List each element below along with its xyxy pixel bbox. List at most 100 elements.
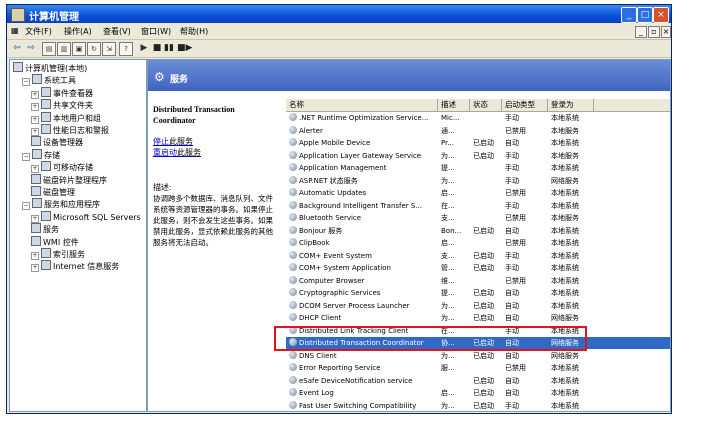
service-row[interactable]: Cryptographic Services 提... 已启动 自动 本地系统 [286,287,670,299]
service-row[interactable]: Automatic Updates 启... 已禁用 本地系统 [286,187,670,199]
pause-icon[interactable]: ▮▮ [163,42,175,54]
service-row[interactable]: eSafe DeviceNotification service 已启动 自动 本地系… [286,375,670,387]
close-button[interactable]: × [653,7,669,23]
service-row[interactable]: Alerter 通... 已禁用 本地服务 [286,125,670,137]
expand-icon[interactable]: + [31,115,39,124]
refresh-icon[interactable]: ↻ [87,42,101,56]
service-startup: 自动 [505,351,519,360]
service-startup: 手动 [505,251,519,260]
service-row[interactable]: COM+ System Application 管... 已启动 手动 本地系统 [286,262,670,274]
tree-node[interactable]: + 可移动存储 [31,161,93,174]
expand-icon[interactable]: + [31,214,39,223]
maximize-button[interactable]: □ [637,7,653,23]
service-row[interactable]: Bonjour 服务 Bon... 已启动 自动 本地系统 [286,225,670,237]
tree-node[interactable]: 计算机管理(本地) [13,62,87,73]
service-row[interactable]: Distributed Link Tracking Client 在... 手动 本地… [286,325,670,337]
title-bar[interactable]: 计算机管理 _ □ × [7,5,671,23]
forward-arrow-icon[interactable]: ⇨ [25,42,37,54]
mdi-minimize-button[interactable]: _ [635,26,647,38]
service-logon: 网络服务 [551,351,579,360]
tree-node[interactable]: WMI 控件 [31,235,79,247]
service-logon: 网络服务 [551,314,579,322]
service-status: 已启动 [473,151,494,160]
expand-icon[interactable]: + [31,165,39,174]
expand-icon[interactable]: + [31,264,39,273]
expand-icon[interactable]: + [31,90,39,99]
column-header-description[interactable]: 描述 [438,99,470,111]
service-row[interactable]: COM+ Event System 支... 已启动 手动 本地系统 [286,250,670,262]
tree-node[interactable]: + 索引服务 [31,248,85,260]
menu-window[interactable]: 窗口(W) [141,26,171,37]
service-row[interactable]: Distributed Transaction Coordinator 协... 已… [286,337,670,349]
export-icon[interactable]: ⇲ [102,42,116,56]
service-row[interactable]: DHCP Client 为... 已启动 自动 网络服务 [286,312,670,324]
tree-node[interactable]: 磁盘管理 [31,186,75,197]
minimize-button[interactable]: _ [621,7,637,23]
column-header-name[interactable]: 名称 [286,99,438,111]
service-name-text: Apple Mobile Device [299,139,371,147]
service-row[interactable]: ASP.NET 状态服务 为... 手动 网络服务 [286,175,670,187]
service-row[interactable]: ClipBook 启... 已禁用 本地系统 [286,237,670,249]
tree-node[interactable]: − 存储 [22,148,60,161]
tree-node[interactable]: + 本地用户和组 [31,111,101,124]
tree-node[interactable]: 服务 [31,223,59,234]
service-name-text: ASP.NET 状态服务 [299,176,358,185]
service-status: 已启动 [473,376,494,385]
help-icon[interactable]: ? [119,42,133,56]
tree-node[interactable]: + Internet 信息服务 [31,260,119,273]
service-row[interactable]: Error Reporting Service 服... 已禁用 本地系统 [286,362,670,374]
stop-icon[interactable]: ■ [151,42,163,54]
service-desc: 启... [441,189,455,197]
tree-node[interactable]: + 共享文件夹 [31,99,93,112]
column-header-startup-type[interactable]: 启动类型 [502,99,548,111]
menu-action[interactable]: 操作(A) [64,26,92,37]
stop-service-link[interactable]: 停止 [153,137,169,146]
menu-help[interactable]: 帮助(H) [180,26,208,37]
menu-view[interactable]: 查看(V) [103,26,131,37]
tree-node[interactable]: − 系统工具 [22,74,76,87]
restart-service-link[interactable]: 重启动 [153,148,177,157]
tree-node[interactable]: + 事件查看器 [31,86,93,99]
tree-node[interactable]: − 服务和应用程序 [22,198,100,211]
service-row[interactable]: Fast User Switching Compatibility 为... 已启动… [286,400,670,412]
service-name: ASP.NET 状态服务 [289,175,438,187]
tree-node[interactable]: + 性能日志和警报 [31,124,109,136]
service-startup: 手动 [505,176,519,185]
play-icon[interactable]: ▶ [138,42,150,54]
service-row[interactable]: .NET Runtime Optimization Service... Mic.… [286,112,670,124]
collapse-icon[interactable]: − [22,78,30,87]
expand-icon[interactable]: + [31,128,39,136]
tree-node[interactable]: + Microsoft SQL Servers [31,210,141,223]
up-folder-icon[interactable]: ▤ [42,42,56,56]
service-row[interactable]: Background Intelligent Transfer S... 在...… [286,200,670,212]
mdi-restore-button[interactable]: ▫ [648,26,660,38]
service-row[interactable]: Bluetooth Service 支... 已禁用 本地服务 [286,212,670,224]
tree-node[interactable]: 设备管理器 [31,136,83,147]
show-tree-icon[interactable]: ▥ [57,42,71,56]
service-row[interactable]: DCOM Server Process Launcher 为... 已启动 自动 本地系… [286,300,670,312]
back-arrow-icon[interactable]: ⇦ [11,42,23,54]
service-row[interactable]: Application Management 提... 手动 本地系统 [286,162,670,174]
collapse-icon[interactable]: − [22,152,30,161]
service-gear-icon [289,375,297,384]
tree-node-icon [41,161,51,172]
mdi-close-button[interactable]: × [661,26,671,38]
column-header-status[interactable]: 状态 [470,99,502,111]
menu-icon[interactable]: ▦ [11,26,19,35]
service-row[interactable]: Event Log 启... 已启动 自动 本地系统 [286,387,670,399]
service-row[interactable]: Application Layer Gateway Service 为... 已启动… [286,150,670,162]
collapse-icon[interactable]: − [22,202,30,211]
service-row[interactable]: Computer Browser 维... 已禁用 本地系统 [286,275,670,287]
menu-file[interactable]: 文件(F) [25,26,52,37]
tree-node[interactable]: 磁盘碎片整理程序 [31,173,107,185]
restart-icon[interactable]: ■▶ [177,42,192,54]
expand-icon[interactable]: + [31,103,39,112]
service-gear-icon [289,338,297,346]
tree-node-label: 共享文件夹 [53,101,93,111]
service-row[interactable]: Apple Mobile Device Pr... 已启动 自动 本地系统 [286,137,670,149]
properties-icon[interactable]: ▣ [72,42,86,56]
expand-icon[interactable]: + [31,252,39,260]
service-row[interactable]: DNS Client 为... 已启动 自动 网络服务 [286,350,670,362]
column-header-logon-as[interactable]: 登录为 [548,99,594,111]
tree-node-label: 本地用户和组 [53,113,101,123]
